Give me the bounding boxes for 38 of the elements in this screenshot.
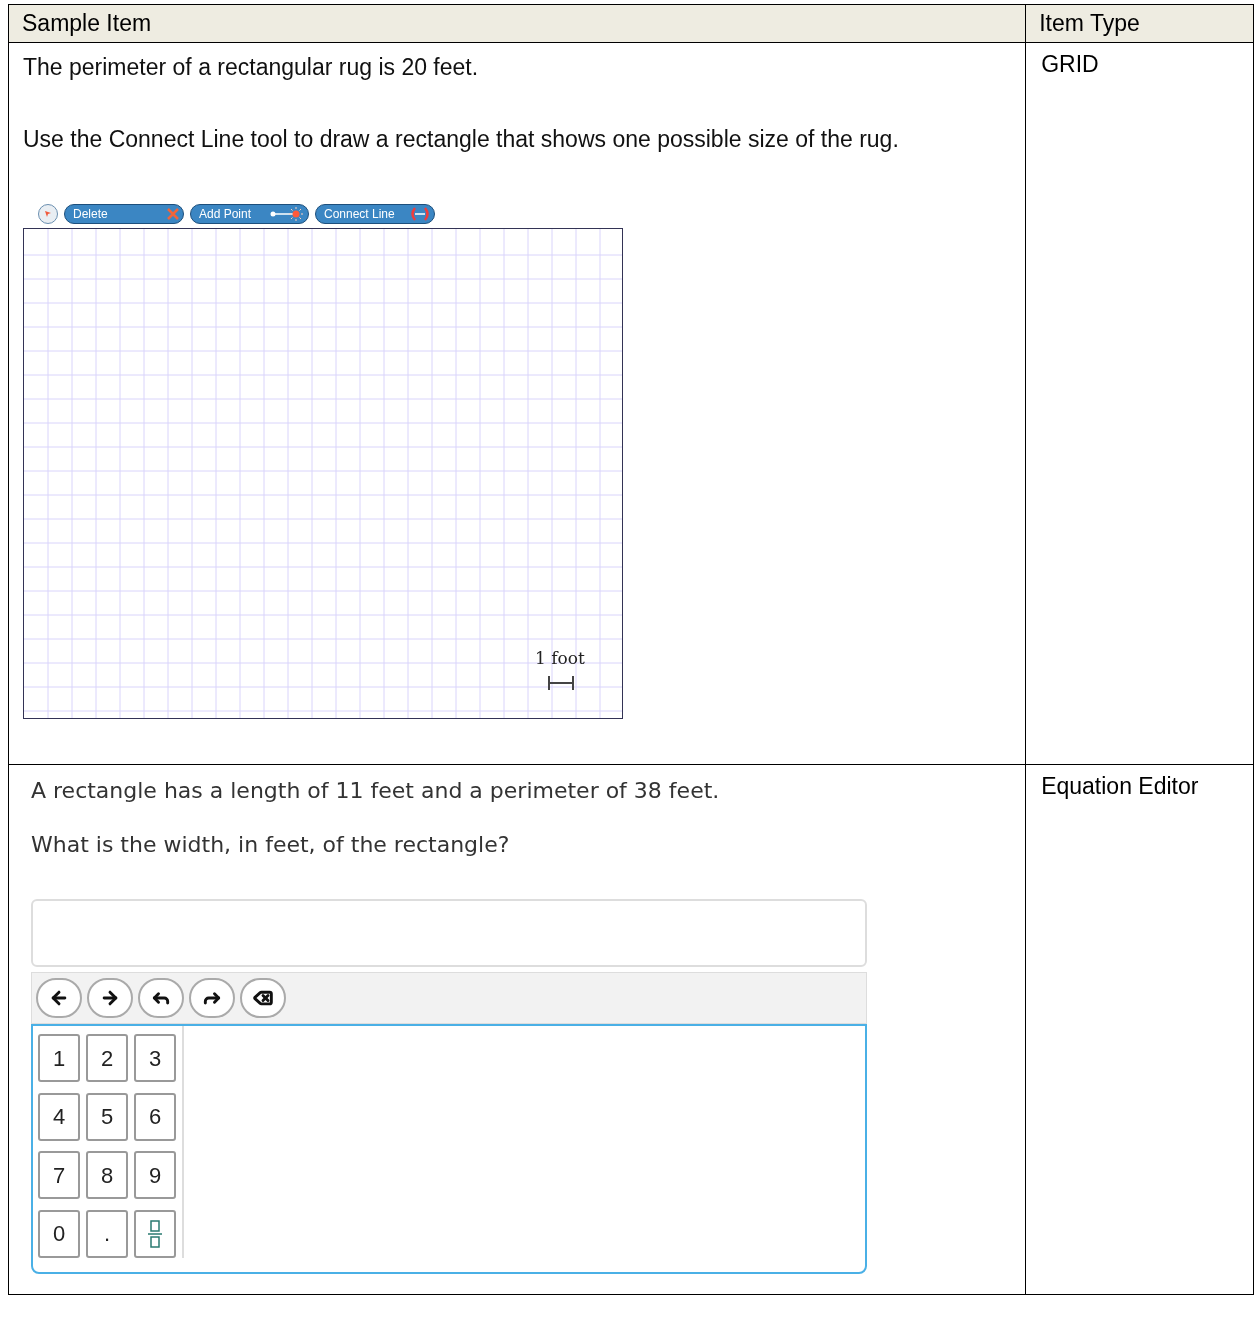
question-text: A rectangle has a length of 11 feet and a perimeter of 38 feet.	[31, 777, 721, 805]
keypad-key[interactable]: 0	[38, 1209, 80, 1258]
keypad-key[interactable]: 5	[86, 1092, 128, 1141]
tool-button[interactable]: Add Point	[190, 204, 309, 224]
item-type-text: Equation Editor	[1041, 773, 1199, 799]
question-text: The perimeter of a rectangular rug is 20 feet.	[23, 53, 480, 82]
keypad-key[interactable]: 2	[86, 1034, 128, 1082]
tool-button[interactable]: Delete	[64, 204, 184, 224]
keypad-key[interactable]: 7	[38, 1151, 80, 1199]
scale-bar-icon	[548, 675, 574, 691]
fraction-icon	[147, 1218, 163, 1249]
editor-button[interactable]	[36, 978, 82, 1018]
question-text: Use the Connect Line tool to draw a rectangle that shows one possible size of the rug.	[23, 125, 900, 154]
keypad-key[interactable]: 6	[134, 1092, 176, 1141]
column-header: Item Type	[1039, 9, 1140, 39]
backspace-icon	[253, 988, 273, 1008]
pointer-button[interactable]	[38, 204, 58, 224]
editor-button[interactable]	[138, 978, 184, 1018]
keypad-key[interactable]: 8	[86, 1151, 128, 1199]
scale-label: 1 foot	[535, 647, 585, 669]
keypad-key[interactable]: 4	[38, 1092, 80, 1141]
keypad-key[interactable]: .	[86, 1209, 128, 1258]
answer-field[interactable]	[31, 899, 867, 967]
column-header: Sample Item	[22, 9, 152, 39]
editor-button[interactable]	[87, 978, 133, 1018]
cursor-icon	[44, 210, 52, 218]
question-text: What is the width, in feet, of the rectangle?	[31, 831, 511, 859]
keypad-key[interactable]: 3	[134, 1034, 176, 1082]
point-icon	[269, 206, 305, 222]
close-icon	[166, 207, 180, 221]
item-type-text: GRID	[1041, 51, 1099, 77]
tool-button[interactable]: Connect Line	[315, 204, 435, 224]
keypad-key[interactable]: 9	[134, 1151, 176, 1199]
editor-button[interactable]	[189, 978, 235, 1018]
keypad-key[interactable]: 1	[38, 1034, 80, 1082]
line-icon	[409, 206, 431, 222]
fraction-key[interactable]	[134, 1209, 176, 1258]
editor-button[interactable]	[240, 978, 286, 1018]
